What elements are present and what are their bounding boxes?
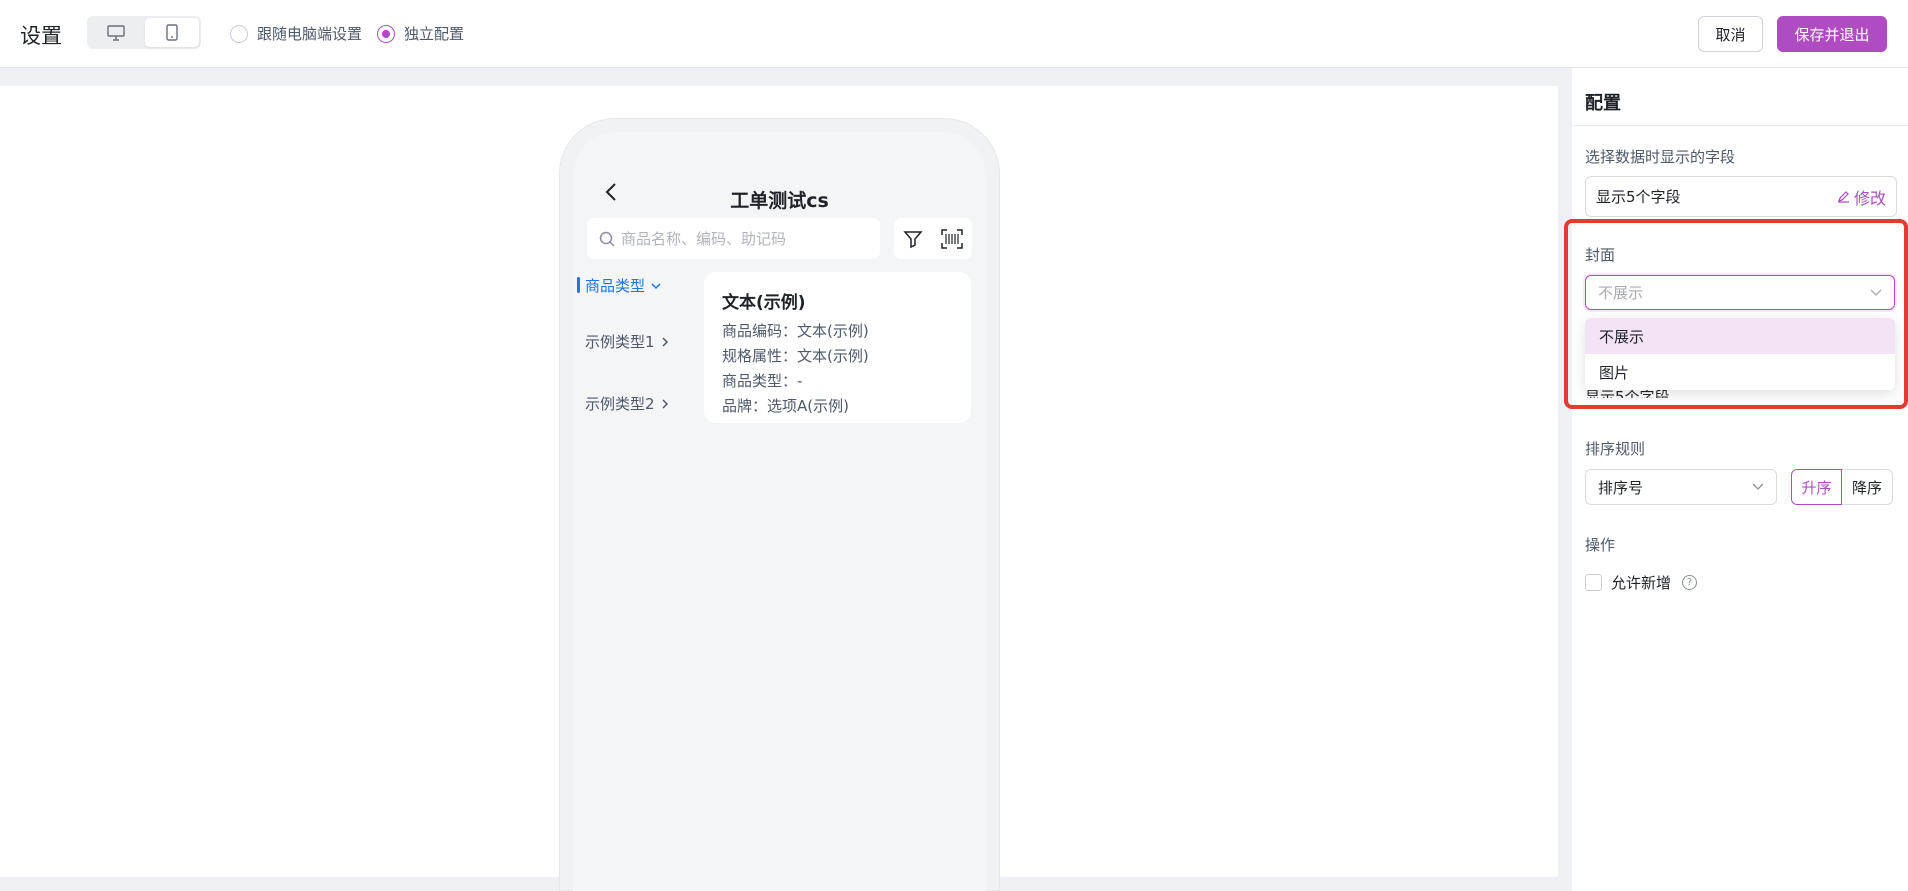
product-card-field: 商品编码：文本(示例) [722, 322, 869, 340]
mobile-view-button[interactable] [145, 18, 199, 47]
sort-field-select[interactable]: 排序号 [1585, 469, 1777, 505]
cover-label: 封面 [1585, 246, 1616, 264]
desktop-view-button[interactable] [89, 18, 143, 47]
category-label: 示例类型2 [585, 395, 655, 413]
display-fields-value: 显示5个字段 [1596, 188, 1681, 206]
product-search-input[interactable]: 商品名称、编码、助记码 [587, 218, 880, 259]
search-placeholder: 商品名称、编码、助记码 [621, 230, 787, 248]
dropdown-option-selected[interactable]: 不展示 [1585, 318, 1895, 354]
sort-order-toggle: 升序 降序 [1791, 469, 1894, 505]
search-tools [894, 218, 972, 259]
product-card-title: 文本(示例) [722, 293, 806, 313]
device-toggle [87, 16, 201, 49]
radio-follow-desktop[interactable]: 跟随电脑端设置 [230, 23, 362, 44]
allow-add-label: 允许新增 [1611, 574, 1672, 592]
filter-icon[interactable] [903, 229, 923, 249]
category-item[interactable]: 示例类型1 [573, 331, 673, 352]
search-icon [599, 231, 615, 247]
product-card-field: 商品类型：- [722, 372, 803, 390]
config-panel: 配置 选择数据时显示的字段 显示5个字段 修改 封面 不展示 显示5个字段 不展… [1572, 68, 1908, 891]
radio-independent-config[interactable]: 独立配置 [377, 23, 464, 44]
product-card-field: 品牌：选项A(示例) [722, 397, 849, 415]
sort-rule-label: 排序规则 [1585, 440, 1646, 458]
cover-select-value: 不展示 [1598, 284, 1644, 302]
display-fields-label: 选择数据时显示的字段 [1585, 148, 1736, 166]
pencil-icon [1837, 191, 1849, 203]
desktop-icon [107, 24, 125, 41]
chevron-down-icon [651, 282, 661, 289]
cancel-button[interactable]: 取消 [1698, 16, 1763, 52]
category-item[interactable]: 示例类型2 [573, 393, 673, 414]
edit-fields-button[interactable]: 修改 [1837, 185, 1886, 209]
phone-screen: 工单测试cs 商品名称、编码、助记码 商品类型 示例类型1 示例类型2 文本(示… [573, 132, 986, 891]
actions-label: 操作 [1585, 536, 1616, 554]
allow-add-option[interactable]: 允许新增 ? [1585, 572, 1698, 593]
config-panel-title: 配置 [1572, 68, 1908, 126]
chevron-down-icon [1870, 289, 1882, 296]
product-card-field: 规格属性：文本(示例) [722, 347, 869, 365]
page-title: 设置 [20, 24, 62, 48]
category-item-active[interactable]: 商品类型 [573, 275, 673, 296]
cover-select[interactable]: 不展示 [1585, 275, 1895, 310]
scan-barcode-icon[interactable] [941, 228, 963, 249]
phone-preview: 工单测试cs 商品名称、编码、助记码 商品类型 示例类型1 示例类型2 文本(示… [559, 118, 1000, 891]
allow-add-checkbox[interactable] [1585, 574, 1602, 591]
cover-dropdown-menu: 不展示 图片 [1585, 318, 1895, 390]
category-label: 示例类型1 [585, 333, 655, 351]
help-icon[interactable]: ? [1682, 575, 1698, 590]
ascending-button[interactable]: 升序 [1791, 469, 1842, 505]
radio-circle-checked [377, 24, 395, 43]
save-and-exit-button[interactable]: 保存并退出 [1777, 16, 1887, 52]
edit-label: 修改 [1853, 188, 1886, 208]
chevron-down-icon [1752, 483, 1764, 490]
sort-field-value: 排序号 [1598, 478, 1644, 497]
phone-page-title: 工单测试cs [730, 190, 829, 212]
top-bar: 设置 跟随电脑端设置 独立配置 取消 保存并退出 [0, 0, 1908, 68]
radio-circle [230, 24, 248, 43]
mobile-icon [166, 24, 178, 41]
radio-label: 独立配置 [404, 25, 465, 43]
display-fields-field: 显示5个字段 修改 [1585, 176, 1897, 217]
product-card[interactable]: 文本(示例) 商品编码：文本(示例) 规格属性：文本(示例) 商品类型：- 品牌… [704, 272, 971, 423]
dropdown-option[interactable]: 图片 [1585, 354, 1895, 390]
descending-button[interactable]: 降序 [1842, 469, 1893, 505]
chevron-right-icon [662, 398, 668, 409]
category-label: 商品类型 [585, 277, 646, 295]
chevron-right-icon [662, 336, 668, 347]
radio-label: 跟随电脑端设置 [257, 25, 363, 43]
